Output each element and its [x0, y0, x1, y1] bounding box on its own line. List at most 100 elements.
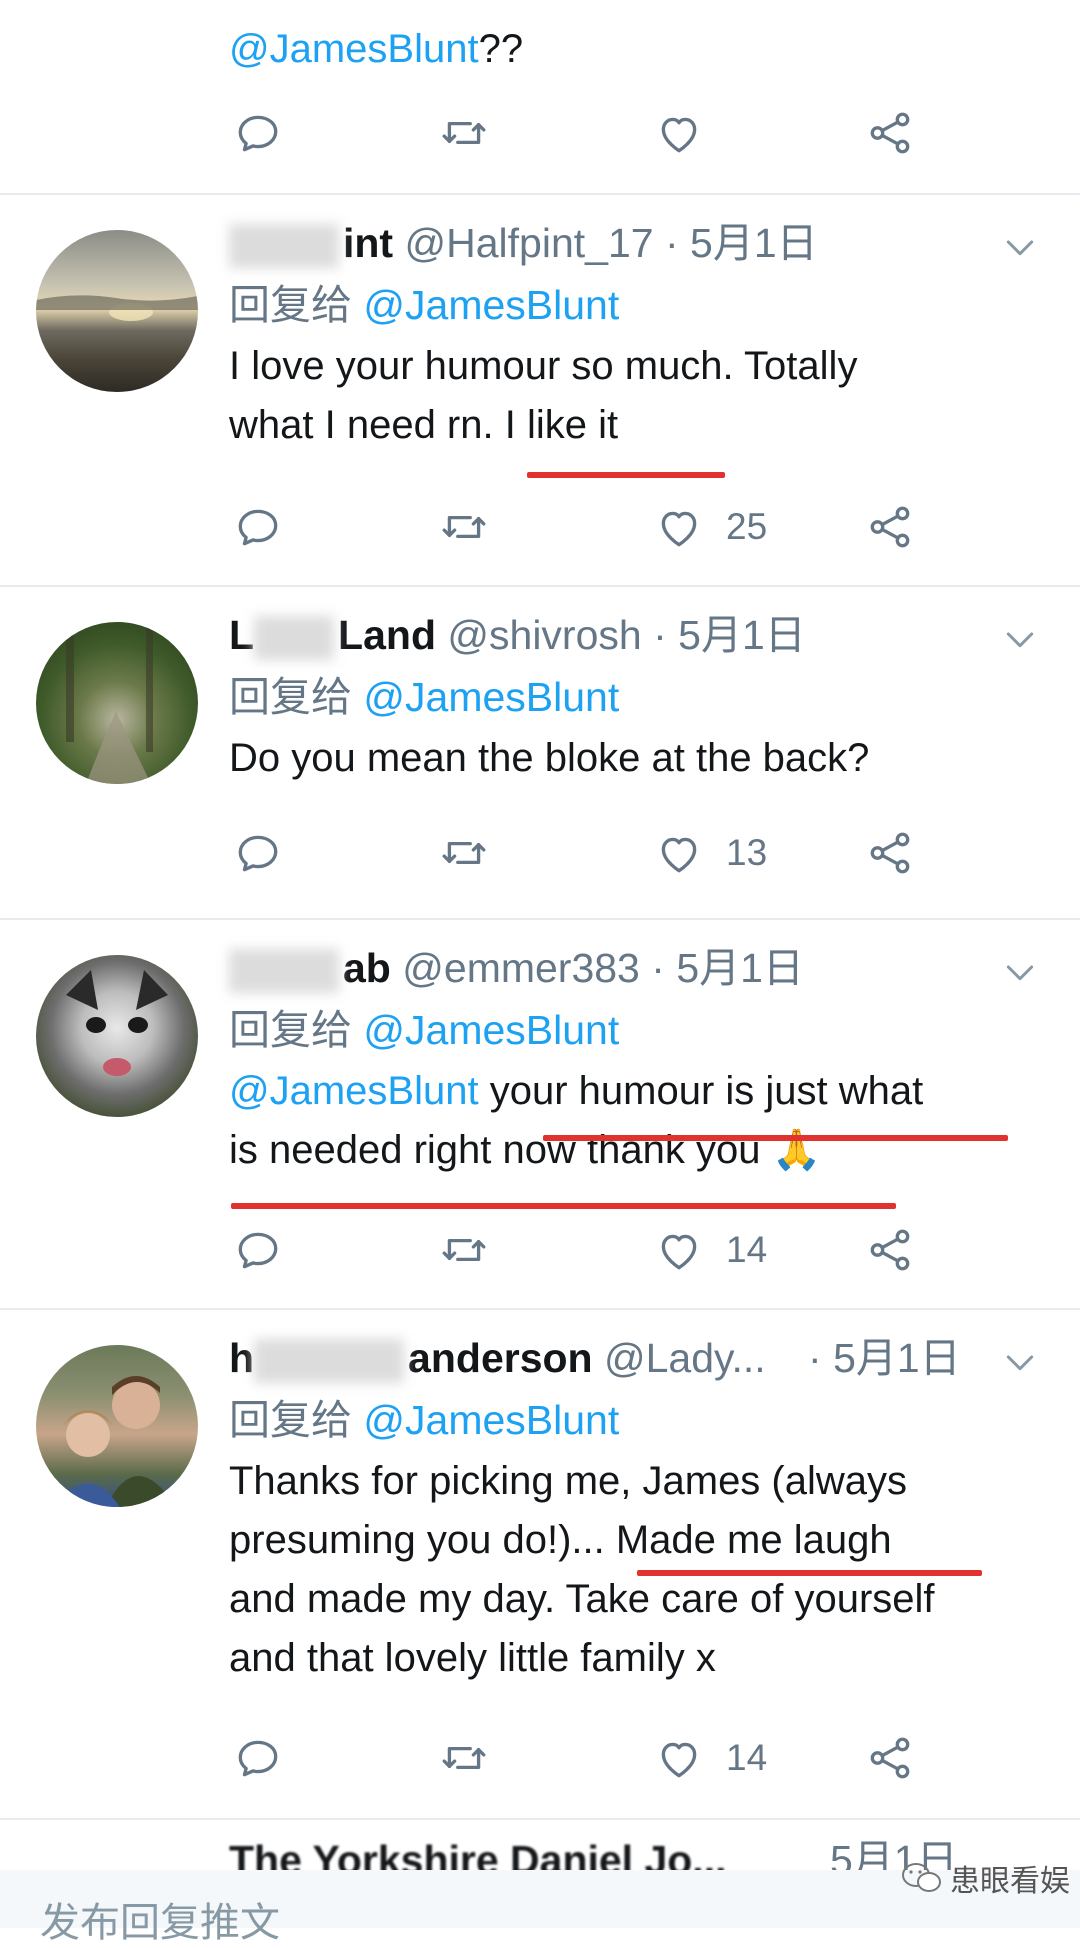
redacted-name — [254, 616, 335, 661]
chevron-down-icon[interactable] — [1000, 619, 1040, 659]
tweet-partial-top[interactable]: @JamesBlunt?? — [0, 0, 1080, 195]
reply-icon — [233, 1733, 283, 1783]
mention-link[interactable]: @JamesBlunt — [229, 27, 479, 71]
reply-button[interactable] — [233, 497, 283, 557]
retweet-button[interactable] — [439, 1220, 489, 1280]
retweet-button[interactable] — [439, 1728, 489, 1788]
retweet-button[interactable] — [439, 497, 489, 557]
reply-icon — [233, 108, 283, 158]
tweet-date[interactable]: 5月1日 — [676, 945, 804, 991]
separator-dot: · — [651, 945, 665, 991]
share-button[interactable] — [865, 823, 915, 883]
retweet-icon — [439, 1225, 489, 1275]
tweet-text-line: what I need rn. I like it — [229, 403, 619, 447]
tweet[interactable]: h anderson @Lady... · 5月1日 回复给 @JamesBlun… — [0, 1310, 1080, 1820]
like-count: 25 — [726, 506, 768, 547]
action-bar — [229, 103, 929, 163]
like-count: 14 — [726, 1229, 768, 1270]
share-button[interactable] — [865, 103, 915, 163]
avatar[interactable] — [36, 230, 198, 392]
reply-to-label: 回复给 — [229, 1397, 352, 1443]
mention-link[interactable]: @JamesBlunt — [363, 282, 619, 328]
tweet-header: int @Halfpint_17 · 5月1日 — [229, 215, 818, 271]
like-icon — [654, 1225, 704, 1275]
tweet-body: Do you mean the bloke at the back? — [229, 729, 1039, 788]
replying-to: 回复给 @JamesBlunt — [229, 1392, 619, 1448]
tweet-date[interactable]: 5月1日 — [678, 612, 806, 658]
action-bar: 14 — [229, 1220, 929, 1280]
user-handle[interactable]: @emmer383 — [402, 945, 640, 991]
user-handle[interactable]: @Halfpint_17 — [405, 220, 654, 266]
highlight-underline — [527, 472, 725, 478]
reply-to-label: 回复给 — [229, 1007, 352, 1053]
like-icon — [654, 502, 704, 552]
like-button[interactable]: 25 — [654, 497, 767, 557]
display-name-prefix[interactable]: h — [229, 1335, 254, 1381]
reply-button[interactable] — [233, 823, 283, 883]
retweet-icon — [439, 502, 489, 552]
tweet-text-line: I love your humour so much. Totally — [229, 344, 858, 388]
avatar[interactable] — [36, 1345, 198, 1507]
highlight-underline — [637, 1570, 982, 1576]
user-handle[interactable]: @shivrosh — [447, 612, 641, 658]
reply-button[interactable] — [233, 103, 283, 163]
mention-link[interactable]: @JamesBlunt — [363, 1007, 619, 1053]
chevron-down-icon[interactable] — [1000, 952, 1040, 992]
retweet-button[interactable] — [439, 823, 489, 883]
reply-button[interactable] — [233, 1728, 283, 1788]
share-button[interactable] — [865, 1728, 915, 1788]
share-button[interactable] — [865, 497, 915, 557]
like-icon — [654, 108, 704, 158]
reply-icon — [233, 828, 283, 878]
mention-link[interactable]: @JamesBlunt — [229, 1069, 479, 1113]
like-button[interactable]: 13 — [654, 823, 767, 883]
tweet-text: your humour is just what — [478, 1069, 924, 1113]
reply-icon — [233, 502, 283, 552]
share-icon — [865, 502, 915, 552]
display-name[interactable]: ab — [343, 945, 391, 991]
tweet-text-line: Thanks for picking me, James (always — [229, 1459, 908, 1503]
replying-to: 回复给 @JamesBlunt — [229, 669, 619, 725]
chevron-down-icon[interactable] — [1000, 1342, 1040, 1382]
like-count: 14 — [726, 1737, 768, 1778]
redacted-name — [229, 949, 339, 994]
reply-to-label: 回复给 — [229, 674, 352, 720]
like-count: 13 — [726, 832, 768, 873]
display-name[interactable]: Land — [338, 612, 436, 658]
tweet[interactable]: int @Halfpint_17 · 5月1日 回复给 @JamesBlunt … — [0, 195, 1080, 587]
share-icon — [865, 828, 915, 878]
tweet-text-line: and that lovely little family x — [229, 1636, 716, 1680]
mention-link[interactable]: @JamesBlunt — [363, 1397, 619, 1443]
like-button[interactable]: 14 — [654, 1220, 767, 1280]
user-handle[interactable]: @Lady... — [604, 1335, 766, 1381]
redacted-name — [254, 1339, 405, 1384]
display-name[interactable]: int — [343, 220, 393, 266]
retweet-button[interactable] — [439, 103, 489, 163]
share-button[interactable] — [865, 1220, 915, 1280]
display-name[interactable]: anderson — [408, 1335, 593, 1381]
compose-reply-input[interactable]: 发布回复推文 — [40, 1890, 280, 1948]
like-icon — [654, 828, 704, 878]
separator-dot: · — [808, 1335, 822, 1381]
avatar[interactable] — [36, 955, 198, 1117]
tweet[interactable]: ab @emmer383 · 5月1日 回复给 @JamesBlunt @Jam… — [0, 920, 1080, 1310]
avatar[interactable] — [36, 622, 198, 784]
tweet-body: I love your humour so much. Totally what… — [229, 337, 1039, 455]
reply-to-label: 回复给 — [229, 282, 352, 328]
action-bar: 14 — [229, 1728, 929, 1788]
tweet[interactable]: L Land @shivrosh · 5月1日 回复给 @JamesBlunt D… — [0, 587, 1080, 920]
replying-to: 回复给 @JamesBlunt — [229, 277, 619, 333]
tweet-text: ?? — [478, 27, 524, 71]
chevron-down-icon[interactable] — [1000, 227, 1040, 267]
tweet-text-line: Do you mean the bloke at the back? — [229, 736, 870, 780]
like-button[interactable] — [654, 103, 704, 163]
highlight-underline — [543, 1135, 1008, 1141]
display-name-prefix[interactable]: L — [229, 612, 254, 658]
reply-button[interactable] — [233, 1220, 283, 1280]
like-button[interactable]: 14 — [654, 1728, 767, 1788]
tweet-date-group: · 5月1日 — [808, 1330, 961, 1386]
mention-link[interactable]: @JamesBlunt — [363, 674, 619, 720]
tweet-body: @JamesBlunt your humour is just what is … — [229, 1062, 1039, 1180]
tweet-date[interactable]: 5月1日 — [690, 220, 818, 266]
tweet-date[interactable]: 5月1日 — [833, 1335, 961, 1381]
